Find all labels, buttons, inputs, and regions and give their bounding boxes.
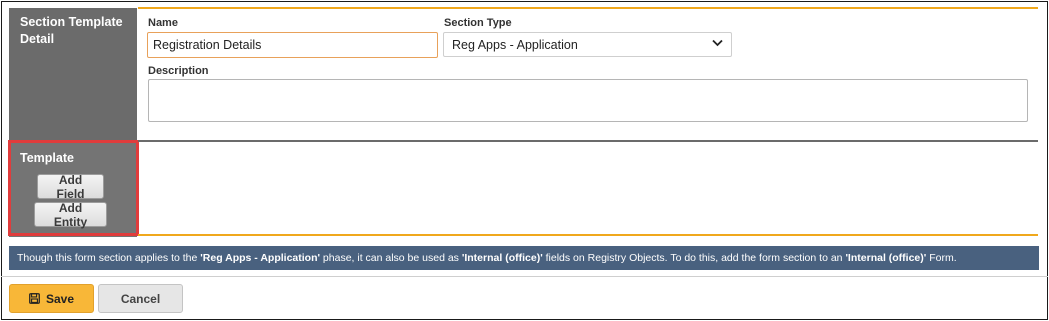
info-text-4: Form. xyxy=(929,252,957,264)
cancel-button[interactable]: Cancel xyxy=(98,284,183,313)
description-textarea[interactable] xyxy=(148,79,1028,122)
section-type-select[interactable]: Reg Apps - Application xyxy=(443,32,732,57)
template-title: Template xyxy=(20,151,74,165)
section-divider xyxy=(138,140,1038,142)
save-label: Save xyxy=(45,291,75,306)
chevron-down-icon xyxy=(712,39,723,50)
info-banner: Though this form section applies to the … xyxy=(9,246,1039,270)
info-phase: 'Reg Apps - Application' xyxy=(200,252,320,264)
name-label: Name xyxy=(148,17,178,29)
footer-divider xyxy=(1,276,1048,277)
save-icon xyxy=(29,293,40,304)
sidebar-template-section: Template Add Field Add Entity xyxy=(9,141,137,237)
info-text-2: phase, it can also be used as xyxy=(322,252,459,264)
accent-divider-bottom xyxy=(138,234,1038,236)
section-type-label: Section Type xyxy=(444,17,512,29)
info-text-3: fields on Registry Objects. To do this, … xyxy=(545,252,843,264)
info-internal-1: 'Internal (office)' xyxy=(461,252,543,264)
save-button[interactable]: Save xyxy=(9,284,94,313)
section-template-detail-title: Section Template Detail xyxy=(20,15,123,46)
name-input[interactable] xyxy=(147,32,438,58)
add-entity-button[interactable]: Add Entity xyxy=(34,201,107,229)
accent-divider-top xyxy=(138,7,1038,9)
sidebar-detail-section: Section Template Detail xyxy=(9,8,137,141)
section-type-value: Reg Apps - Application xyxy=(452,37,578,52)
info-text-1: Though this form section applies to the xyxy=(17,252,198,264)
info-internal-2: 'Internal (office)' xyxy=(845,252,927,264)
description-label: Description xyxy=(148,65,209,77)
add-field-button[interactable]: Add Field xyxy=(37,173,104,201)
